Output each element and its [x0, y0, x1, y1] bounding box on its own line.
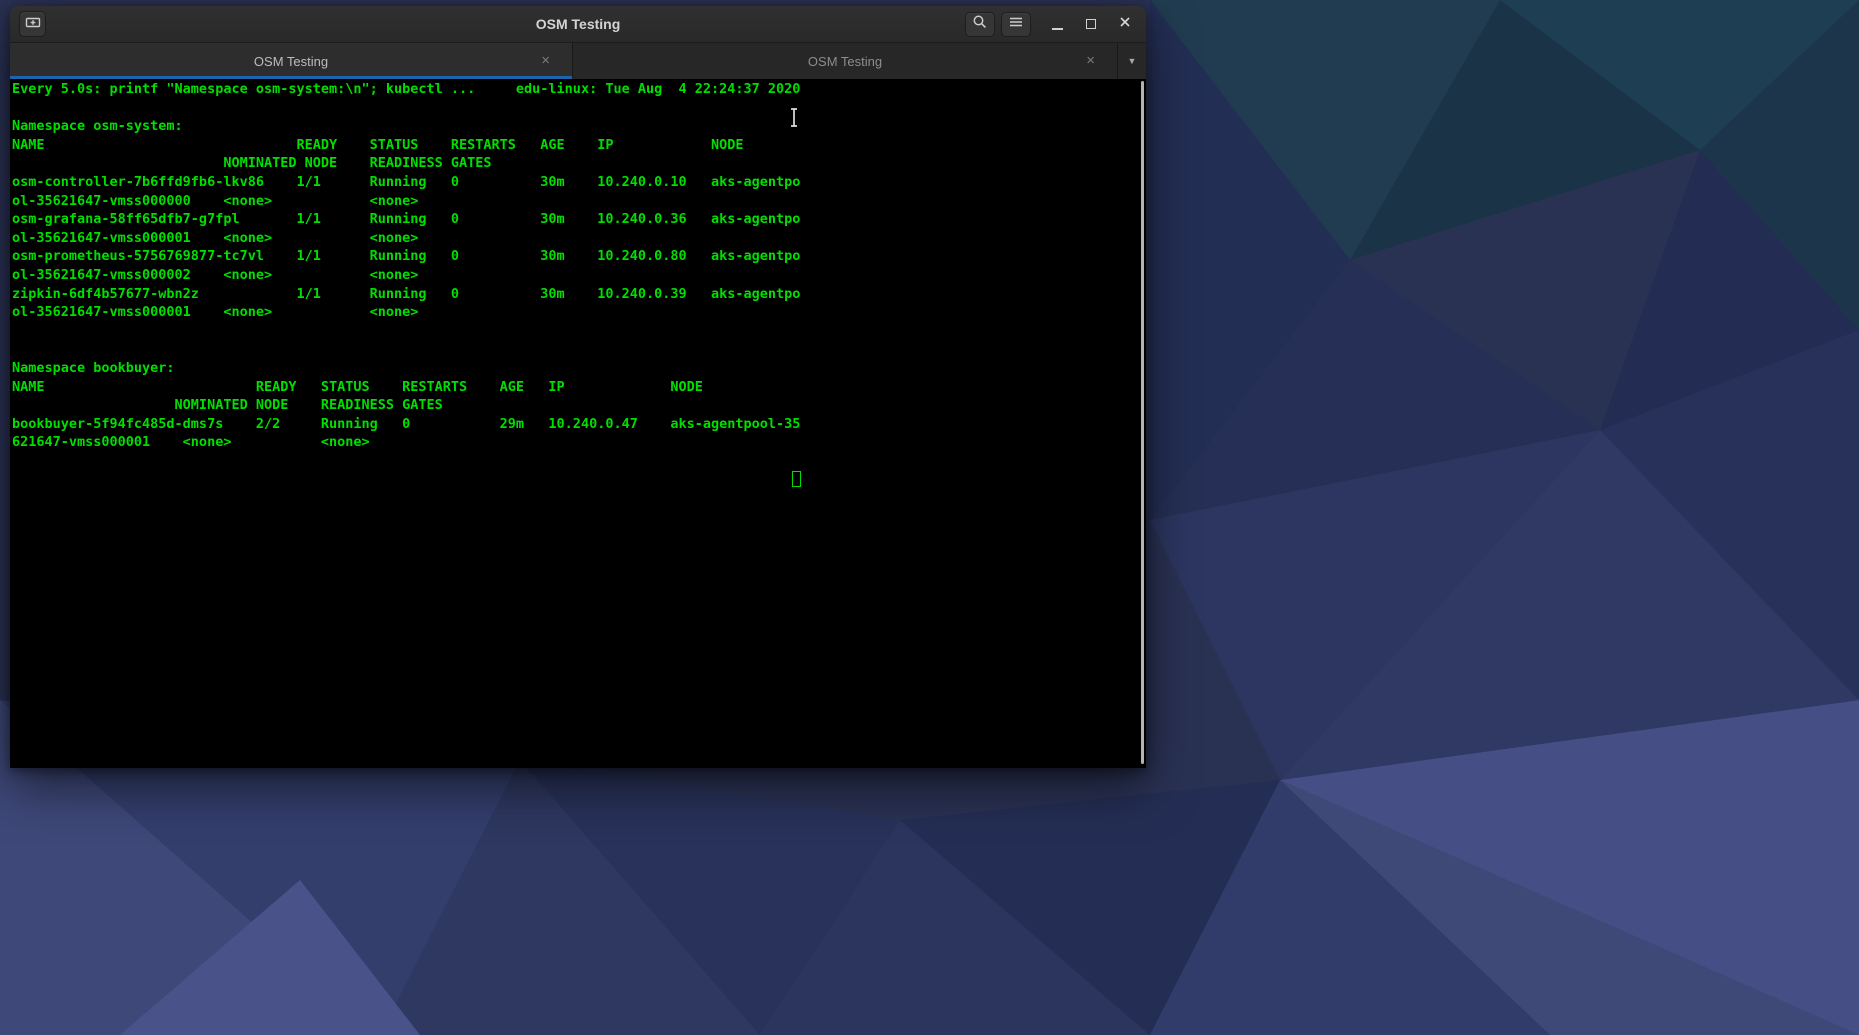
- hamburger-menu-icon: [1008, 14, 1024, 35]
- terminal-line: ol-35621647-vmss000001 <none> <none>: [12, 304, 419, 321]
- titlebar[interactable]: OSM Testing: [10, 6, 1146, 43]
- terminal-line: ol-35621647-vmss000000 <none> <none>: [12, 192, 419, 209]
- maximize-icon: [1086, 19, 1096, 29]
- tab-osm-testing-1[interactable]: OSM Testing ×: [10, 43, 573, 79]
- terminal-line: ol-35621647-vmss000002 <none> <none>: [12, 266, 419, 283]
- terminal-line: osm-prometheus-5756769877-tc7vl 1/1 Runn…: [12, 248, 801, 265]
- mouse-ibeam-cursor: [787, 107, 801, 133]
- terminal-screen[interactable]: Every 5.0s: printf "Namespace osm-system…: [10, 79, 1146, 768]
- tab-bar: OSM Testing × OSM Testing × ▼: [10, 43, 1146, 79]
- terminal-line: Namespace osm-system:: [12, 118, 183, 135]
- terminal-line: Every 5.0s: printf "Namespace osm-system…: [12, 81, 801, 97]
- terminal-line: ol-35621647-vmss000001 <none> <none>: [12, 229, 419, 246]
- tab-close-button[interactable]: ×: [1086, 53, 1095, 68]
- terminal-line: NOMINATED NODE READINESS GATES: [12, 397, 443, 414]
- terminal-line: osm-grafana-58ff65dfb7-g7fpl 1/1 Running…: [12, 211, 801, 228]
- terminal-scrollbar[interactable]: [1141, 81, 1144, 764]
- terminal-line: zipkin-6df4b57677-wbn2z 1/1 Running 0 30…: [12, 285, 801, 302]
- maximize-button[interactable]: [1079, 12, 1103, 36]
- chevron-down-icon: ▼: [1127, 56, 1137, 66]
- search-button[interactable]: [965, 11, 995, 37]
- tab-osm-testing-2[interactable]: OSM Testing ×: [573, 43, 1118, 79]
- terminal-line: bookbuyer-5f94fc485d-dms7s 2/2 Running 0…: [12, 415, 801, 432]
- terminal-window: OSM Testing OSM Testing × OSM Testing × …: [10, 6, 1146, 768]
- tab-list-dropdown-button[interactable]: ▼: [1118, 43, 1146, 79]
- terminal-line: osm-controller-7b6ffd9fb6-lkv86 1/1 Runn…: [12, 173, 801, 190]
- minimize-icon: [1051, 28, 1063, 30]
- minimize-button[interactable]: [1045, 12, 1069, 36]
- terminal-cursor: [792, 471, 801, 487]
- terminal-line: NOMINATED NODE READINESS GATES: [12, 155, 492, 172]
- tab-close-button[interactable]: ×: [541, 53, 550, 68]
- terminal-line: 621647-vmss000001 <none> <none>: [12, 434, 370, 451]
- terminal-line: Namespace bookbuyer:: [12, 359, 175, 376]
- close-button[interactable]: [1113, 12, 1137, 36]
- terminal-output: Every 5.0s: printf "Namespace osm-system…: [10, 79, 1146, 768]
- tab-label: OSM Testing: [807, 53, 883, 69]
- search-icon: [972, 14, 988, 35]
- terminal-line: NAME READY STATUS RESTARTS AGE IP NODE: [12, 378, 703, 395]
- terminal-line: NAME READY STATUS RESTARTS AGE IP NODE: [12, 136, 744, 153]
- tab-label: OSM Testing: [253, 53, 329, 69]
- close-icon: [1118, 15, 1132, 34]
- menu-button[interactable]: [1001, 11, 1031, 37]
